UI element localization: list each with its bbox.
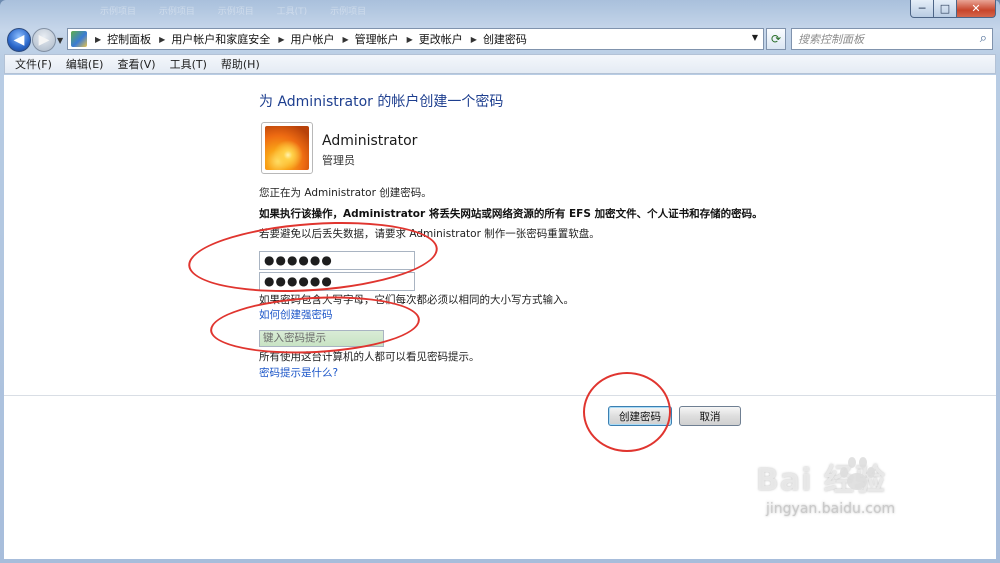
breadcrumb-separator-icon[interactable]: ▶ (95, 35, 101, 44)
flower-avatar-icon (265, 126, 309, 170)
address-dropdown-icon[interactable]: ▼ (752, 33, 758, 42)
annotation-circle-create-button (583, 372, 671, 452)
warning-text: 如果执行该操作，Administrator 将丢失网站或网络资源的所有 EFS … (259, 208, 763, 220)
forward-arrow-icon: ▶ (38, 32, 50, 48)
minimize-button[interactable]: ─ (910, 0, 934, 18)
back-arrow-icon: ◀ (13, 32, 25, 48)
watermark-url: jingyan.baidu.com (766, 501, 896, 517)
refresh-button[interactable]: ⟳ (766, 28, 786, 50)
divider (4, 395, 996, 396)
search-placeholder: 搜索控制面板 (798, 33, 864, 46)
breadcrumb-item[interactable]: 控制面板 (107, 31, 151, 47)
paw-logo-icon (834, 453, 878, 493)
menu-file[interactable]: 文件(F) (15, 56, 52, 72)
user-name: Administrator (322, 133, 418, 149)
recent-pages-dropdown-icon[interactable]: ▼ (57, 36, 63, 45)
watermark: Bai 经验 jingyan.baidu.com (756, 453, 895, 517)
menu-view[interactable]: 查看(V) (117, 56, 155, 72)
breadcrumb-separator-icon[interactable]: ▶ (407, 35, 413, 44)
search-icon[interactable]: ⌕ (980, 31, 987, 46)
breadcrumb-separator-icon[interactable]: ▶ (342, 35, 348, 44)
title-bar: 示例项目 示例项目 示例项目 工具(T) 示例项目 ─ □ ✕ (0, 0, 1000, 24)
menu-bar: 文件(F) 编辑(E) 查看(V) 工具(T) 帮助(H) (4, 54, 996, 74)
breadcrumb-item[interactable]: 更改帐户 (419, 31, 463, 47)
menu-edit[interactable]: 编辑(E) (66, 56, 104, 72)
breadcrumb-separator-icon[interactable]: ▶ (159, 35, 165, 44)
breadcrumb-item[interactable]: 用户帐户和家庭安全 (171, 31, 270, 47)
back-button[interactable]: ◀ (7, 28, 31, 52)
breadcrumb: ▶ 控制面板 ▶ 用户帐户和家庭安全 ▶ 用户帐户 ▶ 管理帐户 ▶ 更改帐户 … (87, 31, 527, 47)
window-frame: 示例项目 示例项目 示例项目 工具(T) 示例项目 ─ □ ✕ ◀ ▶ ▼ ▶ … (0, 0, 1000, 563)
breadcrumb-separator-icon[interactable]: ▶ (278, 35, 284, 44)
page-title: 为 Administrator 的帐户创建一个密码 (259, 94, 504, 110)
address-bar[interactable]: ▶ 控制面板 ▶ 用户帐户和家庭安全 ▶ 用户帐户 ▶ 管理帐户 ▶ 更改帐户 … (67, 28, 764, 50)
refresh-icon: ⟳ (770, 32, 782, 46)
close-button[interactable]: ✕ (956, 0, 996, 18)
forward-button[interactable]: ▶ (32, 28, 56, 52)
menu-tools[interactable]: 工具(T) (170, 56, 207, 72)
background-ghost-text: 示例项目 示例项目 示例项目 工具(T) 示例项目 (100, 7, 367, 17)
breadcrumb-separator-icon[interactable]: ▶ (471, 35, 477, 44)
maximize-button[interactable]: □ (933, 0, 957, 18)
breadcrumb-item-current[interactable]: 创建密码 (483, 31, 527, 47)
navigation-bar: ◀ ▶ ▼ ▶ 控制面板 ▶ 用户帐户和家庭安全 ▶ 用户帐户 ▶ 管理帐户 ▶… (0, 24, 1000, 54)
control-panel-icon (71, 31, 87, 47)
avatar (261, 122, 313, 174)
info-text: 您正在为 Administrator 创建密码。 (259, 187, 432, 199)
password-hint-help-link[interactable]: 密码提示是什么? (259, 365, 338, 380)
breadcrumb-item[interactable]: 用户帐户 (290, 31, 334, 47)
search-input[interactable]: 搜索控制面板 ⌕ (791, 28, 993, 50)
breadcrumb-item[interactable]: 管理帐户 (355, 31, 399, 47)
user-role: 管理员 (322, 154, 355, 167)
cancel-button[interactable]: 取消 (679, 406, 741, 426)
menu-help[interactable]: 帮助(H) (221, 56, 260, 72)
